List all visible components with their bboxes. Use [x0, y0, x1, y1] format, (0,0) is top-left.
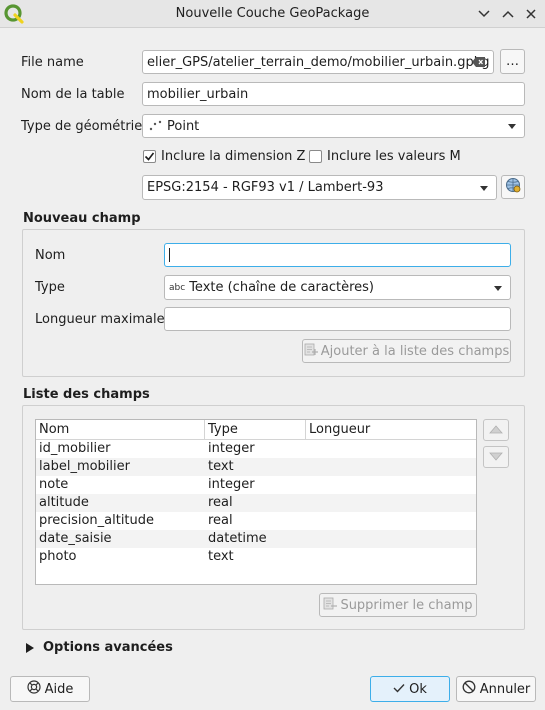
column-header-length[interactable]: Longueur	[306, 420, 476, 440]
arrow-down-icon	[489, 450, 503, 465]
cell-type: text	[208, 459, 234, 474]
close-icon[interactable]	[521, 4, 541, 24]
cell-length	[306, 458, 476, 476]
table-name-input[interactable]: mobilier_urbain	[142, 82, 525, 106]
include-m-checkbox[interactable]	[309, 150, 322, 163]
help-button[interactable]: Aide	[10, 676, 90, 702]
include-m-label: Inclure les valeurs M	[327, 149, 461, 164]
crs-selector-button[interactable]	[501, 175, 525, 199]
field-type-select[interactable]: abc Texte (chaîne de caractères)	[164, 275, 511, 300]
table-row[interactable]: note integer	[36, 476, 476, 494]
table-row[interactable]: altitude real	[36, 494, 476, 512]
field-name-label: Nom	[35, 248, 66, 263]
window-title: Nouvelle Couche GeoPackage	[175, 6, 370, 21]
cell-type: datetime	[208, 531, 267, 546]
checkmark-icon	[393, 682, 405, 697]
file-name-label: File name	[21, 55, 84, 70]
cell-name: label_mobilier	[39, 459, 130, 474]
chevron-down-icon	[494, 285, 502, 291]
max-length-input[interactable]	[164, 307, 511, 331]
cell-name: altitude	[39, 495, 89, 510]
column-header-name[interactable]: Nom	[36, 420, 205, 440]
add-field-label: Ajouter à la liste des champs	[320, 343, 510, 359]
crs-value: EPSG:2154 - RGF93 v1 / Lambert-93	[147, 180, 384, 195]
cell-length	[306, 530, 476, 548]
cell-type: real	[208, 495, 233, 510]
cell-length	[306, 548, 476, 566]
include-z-label: Inclure la dimension Z	[161, 149, 306, 164]
text-cursor	[169, 248, 170, 262]
chevron-down-icon	[480, 185, 488, 191]
maximize-icon[interactable]	[498, 4, 518, 24]
add-field-icon	[304, 342, 318, 360]
table-row[interactable]: id_mobilier integer	[36, 440, 476, 458]
table-header: Nom Type Longueur	[36, 420, 476, 440]
max-length-label: Longueur maximale	[35, 312, 165, 327]
cancel-button[interactable]: Annuler	[456, 676, 536, 702]
table-row[interactable]: precision_altitude real	[36, 512, 476, 530]
move-up-button[interactable]	[483, 419, 509, 441]
file-name-value: elier_GPS/atelier_terrain_demo/mobilier_…	[147, 54, 490, 70]
field-type-value: Texte (chaîne de caractères)	[189, 280, 374, 295]
cell-type: integer	[208, 441, 255, 456]
cancel-label: Annuler	[479, 681, 531, 697]
table-body: id_mobilier integer label_mobilier text note…	[36, 440, 476, 566]
table-row[interactable]: photo text	[36, 548, 476, 566]
ok-label: Ok	[409, 681, 427, 697]
geometry-type-select[interactable]: Point	[142, 114, 525, 138]
cell-length	[306, 512, 476, 530]
new-field-section-title: Nouveau champ	[23, 211, 141, 226]
cancel-icon	[462, 680, 476, 698]
browse-button[interactable]: …	[500, 49, 525, 74]
advanced-options-toggle[interactable]: Options avancées	[43, 639, 173, 657]
table-row[interactable]: date_saisie datetime	[36, 530, 476, 548]
delete-field-label: Supprimer le champ	[340, 597, 473, 613]
point-geometry-icon	[147, 119, 163, 133]
cell-name: note	[39, 477, 69, 492]
add-field-button[interactable]: Ajouter à la liste des champs	[302, 339, 511, 363]
cell-type: real	[208, 513, 233, 528]
cell-type: text	[208, 549, 234, 564]
field-type-label: Type	[35, 280, 65, 295]
geometry-type-label: Type de géométrie	[21, 119, 143, 134]
table-name-label: Nom de la table	[21, 87, 125, 102]
globe-icon	[505, 177, 521, 197]
delete-field-icon	[323, 596, 338, 614]
cell-length	[306, 440, 476, 458]
geometry-type-value: Point	[167, 118, 200, 134]
minimize-icon[interactable]	[474, 4, 494, 24]
column-header-type[interactable]: Type	[205, 420, 306, 440]
chevron-down-icon	[508, 124, 516, 129]
cell-type: integer	[208, 477, 255, 492]
cell-name: date_saisie	[39, 531, 112, 546]
delete-field-button[interactable]: Supprimer le champ	[319, 593, 477, 617]
fields-list-section-title: Liste des champs	[23, 387, 150, 402]
cell-length	[306, 476, 476, 494]
cell-name: photo	[39, 549, 77, 564]
ok-button[interactable]: Ok	[370, 676, 450, 702]
cell-length	[306, 494, 476, 512]
clear-text-icon[interactable]	[472, 56, 486, 68]
cell-name: precision_altitude	[39, 513, 155, 528]
crs-select[interactable]: EPSG:2154 - RGF93 v1 / Lambert-93	[142, 175, 497, 200]
field-name-input[interactable]	[164, 243, 511, 267]
expand-triangle-icon[interactable]	[25, 642, 35, 654]
file-name-field[interactable]: elier_GPS/atelier_terrain_demo/mobilier_…	[142, 50, 494, 74]
move-down-button[interactable]	[483, 446, 509, 468]
table-name-value: mobilier_urbain	[147, 86, 249, 102]
cell-name: id_mobilier	[39, 441, 111, 456]
help-label: Aide	[44, 681, 74, 697]
help-icon	[27, 680, 41, 698]
text-type-icon: abc	[169, 282, 186, 293]
table-row[interactable]: label_mobilier text	[36, 458, 476, 476]
fields-table[interactable]: Nom Type Longueur id_mobilier integer labe…	[35, 419, 477, 585]
arrow-up-icon	[489, 423, 503, 438]
include-z-checkbox[interactable]	[143, 150, 156, 163]
